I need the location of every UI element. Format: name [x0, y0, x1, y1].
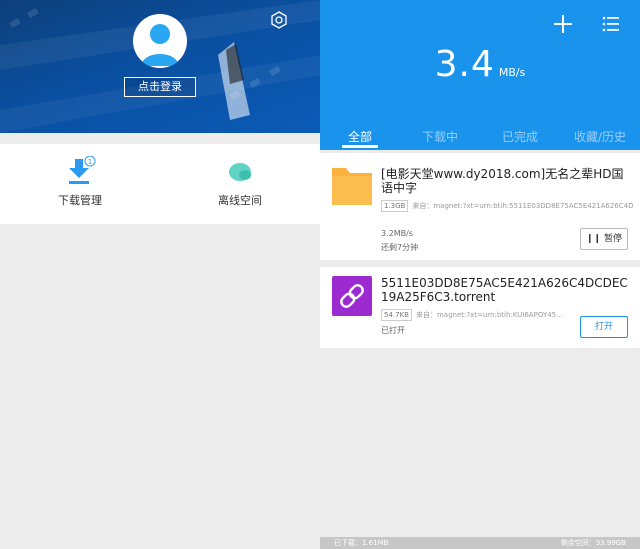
active-tab-indicator	[342, 145, 378, 148]
tab-completed[interactable]: 已完成	[480, 128, 560, 145]
speed-unit: MB/s	[498, 66, 526, 79]
menu-item-offline-space[interactable]: 离线空间	[160, 144, 320, 224]
download-speed: 3.2MB/s	[381, 229, 413, 238]
feature-menu: 1 下载管理 离线空间	[0, 144, 320, 224]
file-status: 已打开	[381, 326, 405, 335]
file-size: 1.3GB	[381, 200, 409, 212]
download-item[interactable]: 5511E03DD8E75AC5E421A626C4DCDEC19A25F6C3…	[320, 267, 640, 348]
folder-icon	[332, 168, 372, 205]
menu-item-label: 离线空间	[218, 194, 262, 207]
pause-icon: ❙❙	[586, 234, 604, 244]
total-speed: 3.4 MB/s	[320, 44, 640, 85]
time-remaining: 还剩7分钟	[381, 243, 419, 252]
download-panel: 3.4 MB/s 全部 下载中 已完成 收藏/历史 [电影天堂www.dy2018…	[320, 0, 640, 549]
tab-downloading[interactable]: 下载中	[400, 128, 480, 145]
download-header: 3.4 MB/s 全部 下载中 已完成 收藏/历史	[320, 0, 640, 150]
login-button[interactable]: 点击登录	[124, 77, 196, 97]
file-meta: 1.3GB 来自：magnet:?xt=urn:btih:5511E03DD8E7…	[381, 200, 633, 212]
user-icon	[141, 24, 179, 66]
file-source: 来自：magnet:?xt=urn:btih:5511E03DD8E75AC5E…	[412, 202, 633, 210]
storage-footer: 已下载：1.61MB 剩余空间：33.99GB	[320, 537, 640, 549]
file-source: 来自：magnet:?xt=urn:btih:KUI6APOY45...	[415, 311, 563, 319]
tab-all[interactable]: 全部	[320, 128, 400, 145]
pause-label: 暂停	[603, 234, 622, 244]
downloads-badge: 1	[88, 158, 92, 166]
file-size: 54.7KB	[381, 309, 412, 321]
add-icon[interactable]	[553, 14, 573, 34]
menu-item-downloads[interactable]: 1 下载管理	[0, 144, 160, 224]
cloud-icon	[229, 163, 251, 181]
avatar[interactable]	[133, 14, 187, 68]
list-icon[interactable]	[601, 15, 621, 33]
link-icon	[332, 276, 372, 316]
download-item[interactable]: [电影天堂www.dy2018.com]无名之辈HD国语中字 1.3GB 来自：m…	[320, 153, 640, 260]
profile-header: 点击登录	[0, 0, 320, 133]
settings-icon[interactable]	[270, 11, 288, 29]
file-name: [电影天堂www.dy2018.com]无名之辈HD国语中字	[381, 167, 624, 195]
free-space: 剩余空间：33.99GB	[560, 539, 626, 547]
menu-item-label: 下载管理	[58, 194, 102, 207]
download-icon: 1	[69, 156, 96, 184]
speed-value: 3.4	[434, 44, 495, 85]
downloaded-amount: 已下载：1.61MB	[334, 539, 389, 547]
file-name: 5511E03DD8E75AC5E421A626C4DCDEC19A25F6C3…	[381, 276, 628, 304]
account-panel: 点击登录 1 下载管理 离线空间	[0, 0, 320, 549]
pause-button[interactable]: ❙❙ 暂停	[580, 228, 628, 250]
open-button[interactable]: 打开	[580, 316, 628, 338]
tab-favorites-history[interactable]: 收藏/历史	[560, 128, 640, 145]
